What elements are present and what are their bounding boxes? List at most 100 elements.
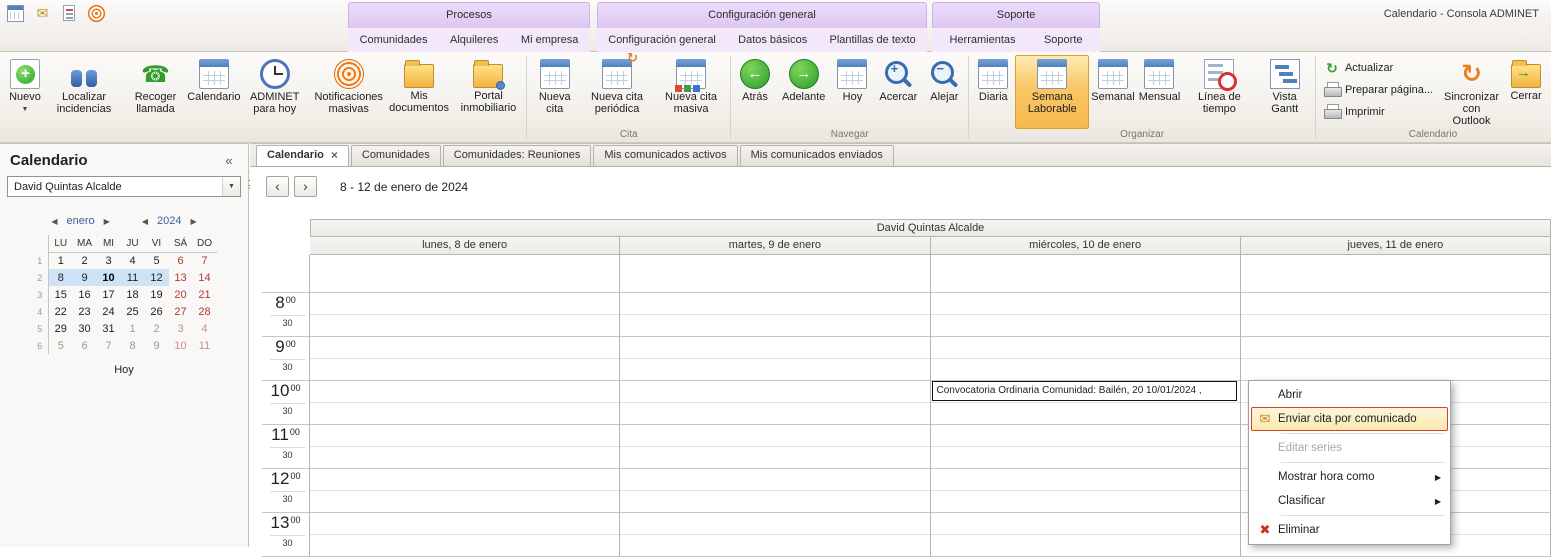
time-slot[interactable] xyxy=(931,535,1240,557)
minical-day[interactable]: 5 xyxy=(145,252,169,269)
time-slot[interactable] xyxy=(931,337,1240,359)
minical-day[interactable]: 10 xyxy=(169,337,193,354)
time-slot[interactable] xyxy=(620,315,929,337)
nueva-cita-masiva-button[interactable]: Nueva cita masiva xyxy=(654,55,728,129)
minical-day[interactable]: 31 xyxy=(97,320,121,337)
adelante-button[interactable]: → Adelante xyxy=(777,55,830,129)
time-slot[interactable] xyxy=(310,255,619,293)
time-slot[interactable] xyxy=(620,337,929,359)
recoger-llamada-button[interactable]: ☎ Recoger llamada xyxy=(121,55,190,129)
minical-day[interactable]: 16 xyxy=(73,286,97,303)
time-slot[interactable] xyxy=(931,293,1240,315)
minical-day[interactable]: 18 xyxy=(121,286,145,303)
localizar-incidencias-button[interactable]: Localizar incidencias xyxy=(47,55,121,129)
menu-item-eliminar[interactable]: ✖ Eliminar xyxy=(1251,518,1448,542)
time-slot[interactable] xyxy=(310,403,619,425)
time-slot[interactable] xyxy=(310,469,619,491)
minical-day[interactable]: 12 xyxy=(145,269,169,286)
minical-day[interactable]: 3 xyxy=(97,252,121,269)
time-slot[interactable] xyxy=(1241,293,1550,315)
time-slot[interactable] xyxy=(620,359,929,381)
minical-day[interactable]: 20 xyxy=(169,286,193,303)
time-slot[interactable] xyxy=(931,403,1240,425)
tab-datos-basicos[interactable]: Datos básicos xyxy=(727,29,818,52)
time-slot[interactable] xyxy=(620,255,929,293)
minical-day[interactable]: 17 xyxy=(97,286,121,303)
tab-herramientas[interactable]: Herramientas xyxy=(938,29,1026,52)
minical-day[interactable]: 15 xyxy=(49,286,73,303)
window-icon[interactable] xyxy=(6,4,25,23)
minical-day[interactable]: 8 xyxy=(121,337,145,354)
time-slot[interactable] xyxy=(310,535,619,557)
time-slot[interactable] xyxy=(310,293,619,315)
tab-alquileres[interactable]: Alquileres xyxy=(439,29,509,52)
minical-month[interactable]: enero xyxy=(67,215,95,227)
minical-day[interactable]: 6 xyxy=(169,252,193,269)
minical-day[interactable]: 14 xyxy=(193,269,217,286)
prev-month-icon[interactable]: ◀ xyxy=(51,217,57,226)
minical-day[interactable]: 1 xyxy=(49,252,73,269)
minical-day[interactable]: 7 xyxy=(193,252,217,269)
time-slot[interactable] xyxy=(620,535,929,557)
minical-day[interactable]: 13 xyxy=(169,269,193,286)
prev-year-icon[interactable]: ◀ xyxy=(142,217,148,226)
notifications-icon[interactable] xyxy=(87,4,106,23)
appointment[interactable]: Convocatoria Ordinaria Comunidad: Bailén… xyxy=(932,381,1237,401)
minical-day[interactable]: 30 xyxy=(73,320,97,337)
minical-day[interactable]: 6 xyxy=(73,337,97,354)
minical-day[interactable]: 3 xyxy=(169,320,193,337)
time-slot[interactable] xyxy=(310,491,619,513)
time-slot[interactable] xyxy=(1241,359,1550,381)
notificaciones-masivas-button[interactable]: Notificaciones masivas xyxy=(312,55,386,129)
menu-item-mostrar-hora-como[interactable]: Mostrar hora como ▶ xyxy=(1251,465,1448,489)
tab-plantillas-de-texto[interactable]: Plantillas de texto xyxy=(818,29,926,52)
time-slot[interactable] xyxy=(1241,337,1550,359)
cerrar-button[interactable]: → Cerrar xyxy=(1504,55,1548,129)
time-slot[interactable] xyxy=(931,469,1240,491)
time-slot[interactable] xyxy=(931,315,1240,337)
minical-day[interactable]: 28 xyxy=(193,303,217,320)
mail-icon[interactable]: ✉ xyxy=(33,4,52,23)
minical-year[interactable]: 2024 xyxy=(157,215,181,227)
next-month-icon[interactable]: ▶ xyxy=(104,217,110,226)
time-slot[interactable] xyxy=(620,491,929,513)
hoy-button[interactable]: Hoy xyxy=(830,55,874,129)
diaria-button[interactable]: Diaria xyxy=(971,55,1015,129)
minical-day[interactable]: 8 xyxy=(49,269,73,286)
menu-item-clasificar[interactable]: Clasificar ▶ xyxy=(1251,489,1448,513)
minical-day[interactable]: 22 xyxy=(49,303,73,320)
minical-day[interactable]: 24 xyxy=(97,303,121,320)
minical-day[interactable]: 21 xyxy=(193,286,217,303)
time-slot[interactable] xyxy=(310,359,619,381)
time-slot[interactable] xyxy=(931,425,1240,447)
time-slot[interactable] xyxy=(1241,315,1550,337)
minical-day[interactable]: 1 xyxy=(121,320,145,337)
alejar-button[interactable]: − Alejar xyxy=(922,55,966,129)
doc-tab[interactable]: Mis comunicados enviados xyxy=(740,145,894,166)
collapse-sidebar-button[interactable]: « xyxy=(220,153,238,168)
calendario-button[interactable]: Calendario xyxy=(190,55,238,129)
minical-day[interactable]: 9 xyxy=(73,269,97,286)
time-slot[interactable] xyxy=(310,337,619,359)
minical-day[interactable]: 19 xyxy=(145,286,169,303)
prev-range-button[interactable]: ‹ xyxy=(266,176,289,197)
minical-day[interactable]: 9 xyxy=(145,337,169,354)
portal-inmobiliario-button[interactable]: Portal inmobiliario xyxy=(452,55,524,129)
tab-close-icon[interactable]: × xyxy=(331,149,338,161)
time-slot[interactable] xyxy=(620,469,929,491)
tab-mi-empresa[interactable]: Mi empresa xyxy=(510,29,589,52)
report-icon[interactable] xyxy=(60,4,79,23)
time-slot[interactable] xyxy=(931,255,1240,293)
adminet-para-hoy-button[interactable]: ADMINET para hoy xyxy=(238,55,312,129)
minical-day[interactable]: 4 xyxy=(121,252,145,269)
next-year-icon[interactable]: ▶ xyxy=(190,217,196,226)
linea-de-tiempo-button[interactable]: Línea de tiempo xyxy=(1182,55,1256,129)
doc-tab[interactable]: Comunidades: Reuniones xyxy=(443,145,592,166)
minical-day[interactable]: 23 xyxy=(73,303,97,320)
chevron-down-icon[interactable]: ▼ xyxy=(222,177,240,196)
today-link[interactable]: Hoy xyxy=(0,364,248,376)
minical-day[interactable]: 4 xyxy=(193,320,217,337)
time-slot[interactable] xyxy=(931,491,1240,513)
minical-day[interactable]: 10 xyxy=(97,269,121,286)
time-slot[interactable] xyxy=(620,425,929,447)
